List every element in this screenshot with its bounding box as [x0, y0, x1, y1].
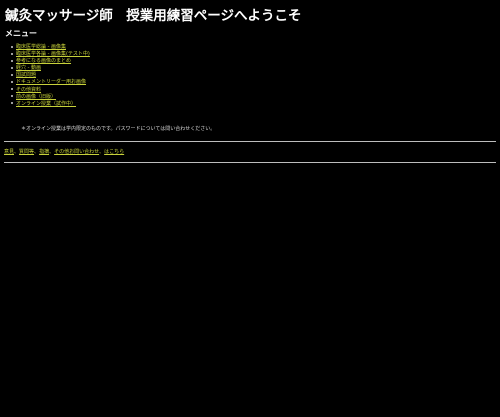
divider-top [4, 141, 496, 142]
bullet-icon [11, 45, 13, 48]
bullet-icon [11, 66, 13, 69]
menu-link-clinical-general[interactable]: 臨床医学総論 - 画像集 [16, 44, 66, 50]
footer-link-contact-here[interactable]: はこちら [104, 149, 124, 155]
bullet-icon [11, 88, 13, 91]
bullet-icon [11, 73, 13, 76]
menu-link-old-images[interactable]: 前の画像（旧版） [16, 94, 56, 100]
menu-list: 臨床医学総論 - 画像集 臨床医学各論 - 画像集(テスト中) 参考になる画像の… [11, 44, 90, 108]
menu-item: ドキュメントリーダー用お画像 [11, 79, 90, 86]
bullet-icon [11, 59, 13, 62]
bullet-icon [11, 80, 13, 83]
menu-link-other-materials[interactable]: その他資料 [16, 87, 41, 93]
footer-link-corrections[interactable]: 指摘 [39, 149, 49, 155]
menu-link-online-class[interactable]: オンライン授業（試作中） [16, 101, 76, 107]
menu-item: オンライン授業（試作中） [11, 101, 90, 108]
menu-item: 前の画像（旧版） [11, 94, 90, 101]
divider-bottom [4, 162, 496, 163]
menu-link-clinical-specific[interactable]: 臨床医学各論 - 画像集(テスト中) [16, 51, 90, 57]
menu-link-acupoint-videos[interactable]: 経穴 - 動画 [16, 65, 41, 71]
password-notice: ＊オンライン授業は学内限定のものです。パスワードについては問い合わせください。 [21, 126, 216, 132]
menu-item: その他資料 [11, 87, 90, 94]
footer-link-questions[interactable]: 質問等 [19, 149, 34, 155]
menu-link-document-reader[interactable]: ドキュメントリーダー用お画像 [16, 79, 86, 85]
page-title: 鍼灸マッサージ師 授業用練習ページへようこそ [5, 8, 302, 24]
bullet-icon [11, 102, 13, 105]
menu-heading: メニュー [5, 29, 37, 38]
footer-link-opinion[interactable]: 意見 [4, 149, 14, 155]
footer-links: 意見、質問等、指摘、その他お問い合わせ、はこちら [4, 148, 124, 155]
menu-link-exam-questions[interactable]: 国試問題 [16, 72, 36, 78]
bullet-icon [11, 95, 13, 98]
menu-link-reference-images[interactable]: 参考になる画像のまとめ [16, 58, 71, 64]
bullet-icon [11, 52, 13, 55]
footer-link-other-inquiries[interactable]: その他お問い合わせ [54, 149, 99, 155]
